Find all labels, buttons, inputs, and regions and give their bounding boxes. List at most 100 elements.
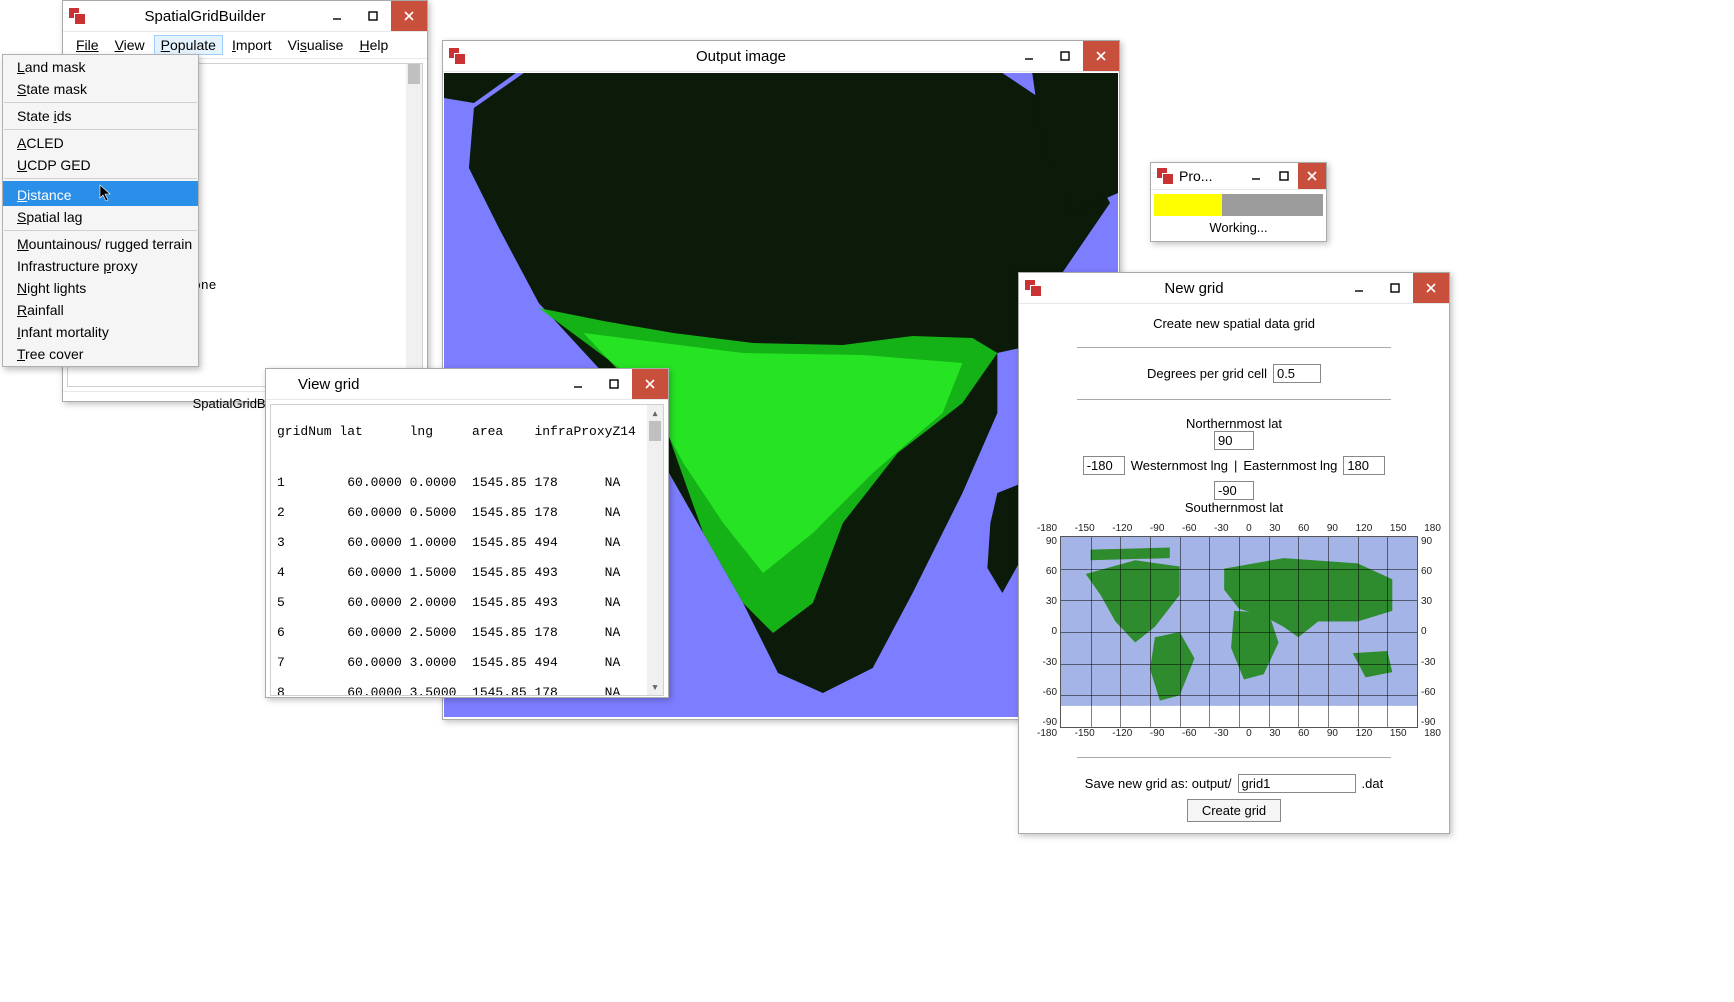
menu-separator <box>4 178 197 179</box>
grid-row: 2 60.0000 0.5000 1545.85 178 NA <box>277 505 657 520</box>
east-input[interactable] <box>1343 456 1385 475</box>
grid-row: 8 60.0000 3.5000 1545.85 178 NA <box>277 685 657 696</box>
new-grid-window: New grid Create new spatial data grid De… <box>1018 272 1450 834</box>
minimize-button[interactable] <box>1242 163 1270 189</box>
scroll-up-icon[interactable]: ▴ <box>647 405 663 421</box>
divider <box>1077 757 1391 758</box>
menu-separator <box>4 102 197 103</box>
progress-titlebar[interactable]: Pro... <box>1151 163 1326 190</box>
grid-row: 7 60.0000 3.0000 1545.85 494 NA <box>277 655 657 670</box>
close-button[interactable] <box>1083 41 1119 71</box>
menu-separator <box>4 129 197 130</box>
app-icon <box>1157 168 1173 184</box>
minimize-button[interactable] <box>1011 41 1047 71</box>
menuitem-ucdp-ged[interactable]: UCDP GED <box>3 154 198 176</box>
grid-row: 1 60.0000 0.0000 1545.85 178 NA <box>277 475 657 490</box>
scroll-down-icon[interactable]: ▾ <box>647 679 663 695</box>
main-titlebar[interactable]: SpatialGridBuilder <box>63 1 427 32</box>
south-input[interactable] <box>1214 481 1254 500</box>
divider <box>1077 399 1391 400</box>
close-button[interactable] <box>1298 163 1326 189</box>
grid-row: 4 60.0000 1.5000 1545.85 493 NA <box>277 565 657 580</box>
divider-pipe: | <box>1234 458 1237 473</box>
menuitem-land-mask[interactable]: Land mask <box>3 56 198 78</box>
menu-separator <box>4 230 197 231</box>
app-icon <box>449 48 465 64</box>
grid-row: 3 60.0000 1.0000 1545.85 494 NA <box>277 535 657 550</box>
minimize-button[interactable] <box>560 369 596 399</box>
degrees-label: Degrees per grid cell <box>1147 366 1267 381</box>
east-label: Easternmost lng <box>1243 458 1337 473</box>
close-button[interactable] <box>632 369 668 399</box>
maximize-button[interactable] <box>1377 273 1413 303</box>
progress-window: Pro... Working... <box>1150 162 1327 242</box>
grid-row: 6 60.0000 2.5000 1545.85 178 NA <box>277 625 657 640</box>
main-title: SpatialGridBuilder <box>91 8 319 25</box>
app-icon <box>69 8 85 24</box>
grid-data-table[interactable]: gridNum lat lng area infraProxyZ14 state… <box>270 404 664 696</box>
mouse-cursor-icon <box>99 184 111 200</box>
menuitem-infant-mortality[interactable]: Infant mortality <box>3 321 198 343</box>
menuitem-state-mask[interactable]: State mask <box>3 78 198 100</box>
save-label: Save new grid as: output/ <box>1085 776 1232 791</box>
menu-view[interactable]: View <box>108 35 152 55</box>
menuitem-infrastructure-proxy[interactable]: Infrastructure proxy <box>3 255 198 277</box>
grid-row: 5 60.0000 2.0000 1545.85 493 NA <box>277 595 657 610</box>
save-filename-input[interactable] <box>1238 774 1356 793</box>
x-ticks-top: -180-150-120-90-60-300306090120150180 <box>1037 523 1441 536</box>
menu-populate[interactable]: Populate <box>154 35 223 55</box>
create-grid-button[interactable]: Create grid <box>1187 799 1281 822</box>
output-titlebar[interactable]: Output image <box>443 41 1119 72</box>
world-map-area[interactable] <box>1060 536 1418 728</box>
viewgrid-titlebar[interactable]: View grid <box>266 369 668 400</box>
gridlines <box>1061 537 1417 727</box>
minimize-button[interactable] <box>319 1 355 31</box>
menu-help[interactable]: Help <box>352 35 395 55</box>
menuitem-night-lights[interactable]: Night lights <box>3 277 198 299</box>
progress-text: Working... <box>1154 216 1323 235</box>
populate-dropdown: Land mask State mask State ids ACLED UCD… <box>2 54 199 367</box>
maximize-button[interactable] <box>1270 163 1298 189</box>
save-ext: .dat <box>1362 776 1384 791</box>
north-label: Northernmost lat <box>1037 416 1431 431</box>
menu-visualise[interactable]: Visualise <box>281 35 351 55</box>
west-label: Westernmost lng <box>1131 458 1228 473</box>
menuitem-mountainous[interactable]: Mountainous/ rugged terrain <box>3 233 198 255</box>
west-input[interactable] <box>1083 456 1125 475</box>
newgrid-title: New grid <box>1047 280 1341 297</box>
menuitem-rainfall[interactable]: Rainfall <box>3 299 198 321</box>
grid-scrollbar[interactable]: ▴ ▾ <box>647 405 663 695</box>
y-ticks-right: 9060300-30-60-90 <box>1418 536 1441 728</box>
maximize-button[interactable] <box>596 369 632 399</box>
north-input[interactable] <box>1214 431 1254 450</box>
output-title: Output image <box>471 48 1011 65</box>
progress-title: Pro... <box>1179 168 1242 184</box>
maximize-button[interactable] <box>355 1 391 31</box>
newgrid-heading: Create new spatial data grid <box>1037 316 1431 331</box>
scroll-thumb[interactable] <box>649 421 661 441</box>
degrees-input[interactable] <box>1273 364 1321 383</box>
menuitem-spatial-lag[interactable]: Spatial lag <box>3 206 198 228</box>
menuitem-acled[interactable]: ACLED <box>3 132 198 154</box>
close-button[interactable] <box>391 1 427 31</box>
minimize-button[interactable] <box>1341 273 1377 303</box>
app-icon <box>1025 280 1041 296</box>
view-grid-window: View grid gridNum lat lng area infraProx… <box>265 368 669 698</box>
x-ticks-bottom: -180-150-120-90-60-300306090120150180 <box>1037 728 1441 741</box>
newgrid-titlebar[interactable]: New grid <box>1019 273 1449 304</box>
console-scrollbar[interactable] <box>406 64 422 386</box>
menuitem-state-ids[interactable]: State ids <box>3 105 198 127</box>
close-button[interactable] <box>1413 273 1449 303</box>
menu-import[interactable]: Import <box>225 35 279 55</box>
world-map-selector[interactable]: -180-150-120-90-60-300306090120150180 90… <box>1037 523 1441 741</box>
menu-file[interactable]: File <box>69 35 106 55</box>
menuitem-distance[interactable]: Distance <box>3 181 198 206</box>
divider <box>1077 347 1391 348</box>
menuitem-tree-cover[interactable]: Tree cover <box>3 343 198 365</box>
progress-fill <box>1154 194 1222 216</box>
viewgrid-title: View grid <box>294 376 560 393</box>
south-label: Southernmost lat <box>1037 500 1431 515</box>
y-ticks-left: 9060300-30-60-90 <box>1037 536 1060 728</box>
maximize-button[interactable] <box>1047 41 1083 71</box>
progress-bar <box>1154 194 1323 216</box>
